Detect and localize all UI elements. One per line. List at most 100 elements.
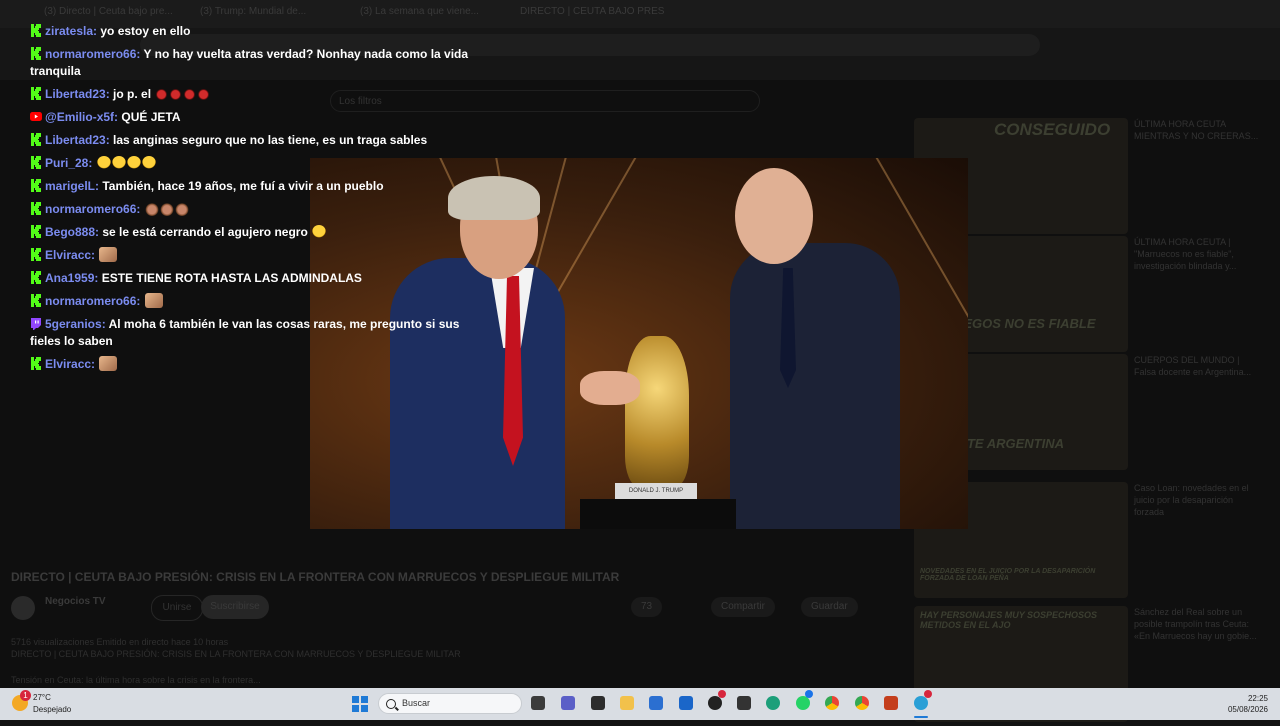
laugh-emote-icon [96, 156, 111, 170]
chat-username[interactable]: Elviracc [45, 248, 91, 262]
xbox-icon[interactable] [591, 696, 605, 710]
chrome-icon[interactable] [825, 696, 839, 710]
join-button[interactable]: Unirse [151, 595, 203, 621]
powerpoint-icon[interactable] [884, 696, 898, 710]
chat-username[interactable]: normaromero66 [45, 47, 136, 61]
chat-separator: : [91, 357, 99, 371]
virus-emote-icon [169, 88, 183, 101]
related-title[interactable]: CUERPOS DEL MUNDO | Falsa docente en Arg… [1134, 354, 1262, 378]
chat-username[interactable]: 5geranios [45, 317, 102, 331]
right-person-suit [730, 243, 900, 529]
chat-separator: : [91, 248, 99, 262]
monkey-emote-icon [174, 202, 189, 216]
weather-alert-badge: 1 [20, 690, 31, 701]
kick-platform-icon [30, 225, 42, 238]
unity-icon[interactable] [737, 696, 751, 710]
related-title[interactable]: ÚLTIMA HORA CEUTA MIENTRAS Y NO CREERAS.… [1134, 118, 1262, 142]
chat-text: También, hace 19 años, me fuí a vivir a … [102, 179, 384, 193]
chat-text: QUÉ JETA [121, 110, 181, 124]
views-line: 5716 visualizaciones Emitido en directo … [11, 637, 229, 647]
desc-line: DIRECTO | CEUTA BAJO PRESIÓN: CRISIS EN … [11, 649, 461, 659]
channel-name[interactable]: Negocios TV [45, 596, 106, 607]
face-emote-icon [99, 247, 118, 262]
chat-text: yo estoy en ello [100, 24, 191, 38]
video-title: DIRECTO | CEUTA BAJO PRESIÓN: CRISIS EN … [11, 570, 620, 584]
chat-message: Libertad23: jo p. el [30, 83, 490, 106]
windows-start-icon[interactable] [352, 696, 368, 712]
clock-date: 05/08/2026 [1227, 705, 1268, 714]
chrome-alt-icon[interactable] [855, 696, 869, 710]
kick-platform-icon [30, 156, 42, 169]
chat-separator: : [105, 133, 114, 147]
chat-message: Bego888: se le está cerrando el agujero … [30, 221, 490, 244]
chat-username[interactable]: Puri_28 [45, 156, 88, 170]
kick-platform-icon [30, 294, 42, 307]
chat-separator: : [136, 294, 144, 308]
task-view-icon[interactable] [531, 696, 545, 710]
kick-platform-icon [30, 133, 42, 146]
system-clock[interactable]: 22:25 05/08/2026 [1228, 693, 1268, 715]
weather-condition[interactable]: Despejado [33, 705, 71, 714]
share-button[interactable]: Compartir [711, 597, 775, 617]
chat-message: normaromero66: [30, 198, 490, 221]
notification-badge [805, 690, 813, 698]
obs-app-icon[interactable] [914, 696, 928, 710]
taskbar-search[interactable]: Buscar [378, 693, 522, 714]
whatsapp-icon[interactable] [796, 696, 810, 710]
chat-message: Libertad23: las anginas seguro que no la… [30, 129, 490, 152]
trophy-pedestal [580, 499, 736, 529]
chat-username[interactable]: Libertad23 [45, 87, 106, 101]
chat-message: normaromero66: [30, 290, 490, 313]
chat-username[interactable]: normaromero66 [45, 294, 136, 308]
notification-badge [924, 690, 932, 698]
save-button[interactable]: Guardar [801, 597, 858, 617]
handshake [580, 371, 640, 405]
kick-platform-icon [30, 47, 42, 60]
chat-message: 5geranios: Al moha 6 también le van las … [30, 313, 490, 353]
gold-trophy [625, 336, 689, 486]
face-emote-icon [144, 293, 163, 308]
file-explorer-icon[interactable] [620, 696, 634, 710]
outlook-icon[interactable] [679, 696, 693, 710]
chat-username[interactable]: ziratesla [45, 24, 93, 38]
chat-separator: : [88, 156, 96, 170]
chat-username[interactable]: Libertad23 [45, 133, 106, 147]
chat-separator: : [105, 87, 114, 101]
weather-temperature[interactable]: 27°C [33, 693, 51, 702]
subscribe-button[interactable]: Suscribirse [201, 595, 269, 619]
like-button[interactable]: 73 [631, 597, 663, 617]
github-icon[interactable] [708, 696, 722, 710]
monkey-emote-icon [144, 202, 159, 216]
laugh-emote-icon [126, 156, 141, 170]
chat-message: Elviracc: [30, 244, 490, 267]
virus-emote-icon [155, 88, 169, 101]
related-title[interactable]: ÚLTIMA HORA CEUTA | "Marruecos no es fia… [1134, 236, 1262, 272]
chat-username[interactable]: Bego888 [45, 225, 95, 239]
chat-username[interactable]: normaromero66 [45, 202, 136, 216]
browser-tab[interactable]: DIRECTO | CEUTA BAJO PRES [520, 6, 664, 22]
video-description: 5716 visualizaciones Emitido en directo … [11, 636, 891, 686]
chat-username[interactable]: @Emilio-x5f [45, 110, 114, 124]
kick-platform-icon [30, 271, 42, 284]
windows-taskbar: 1 27°C Despejado Buscar 22:25 05/08/2026 [0, 688, 1280, 720]
search-placeholder: Buscar [402, 698, 431, 708]
chat-username[interactable]: Elviracc [45, 357, 91, 371]
chat-text: las anginas seguro que no las tiene, es … [113, 133, 428, 147]
related-title[interactable]: Caso Loan: novedades en el juicio por la… [1134, 482, 1262, 518]
teams-icon[interactable] [561, 696, 575, 710]
chat-message: @Emilio-x5f: QUÉ JETA [30, 106, 490, 129]
chat-separator: : [136, 202, 144, 216]
kick-platform-icon [30, 24, 42, 37]
related-title[interactable]: Sánchez del Real sobre un posible trampo… [1134, 606, 1262, 642]
chat-username[interactable]: Ana1959 [45, 271, 94, 285]
face-emote-icon [99, 356, 118, 371]
edge-icon[interactable] [766, 696, 780, 710]
chat-message: ziratesla: yo estoy en ello [30, 20, 490, 43]
chat-username[interactable]: marigelL [45, 179, 95, 193]
chat-message: Puri_28: [30, 152, 490, 175]
store-icon[interactable] [649, 696, 663, 710]
twitch-platform-icon [30, 317, 42, 330]
virus-emote-icon [197, 88, 211, 101]
channel-avatar[interactable] [11, 596, 35, 620]
notification-badge [718, 690, 726, 698]
